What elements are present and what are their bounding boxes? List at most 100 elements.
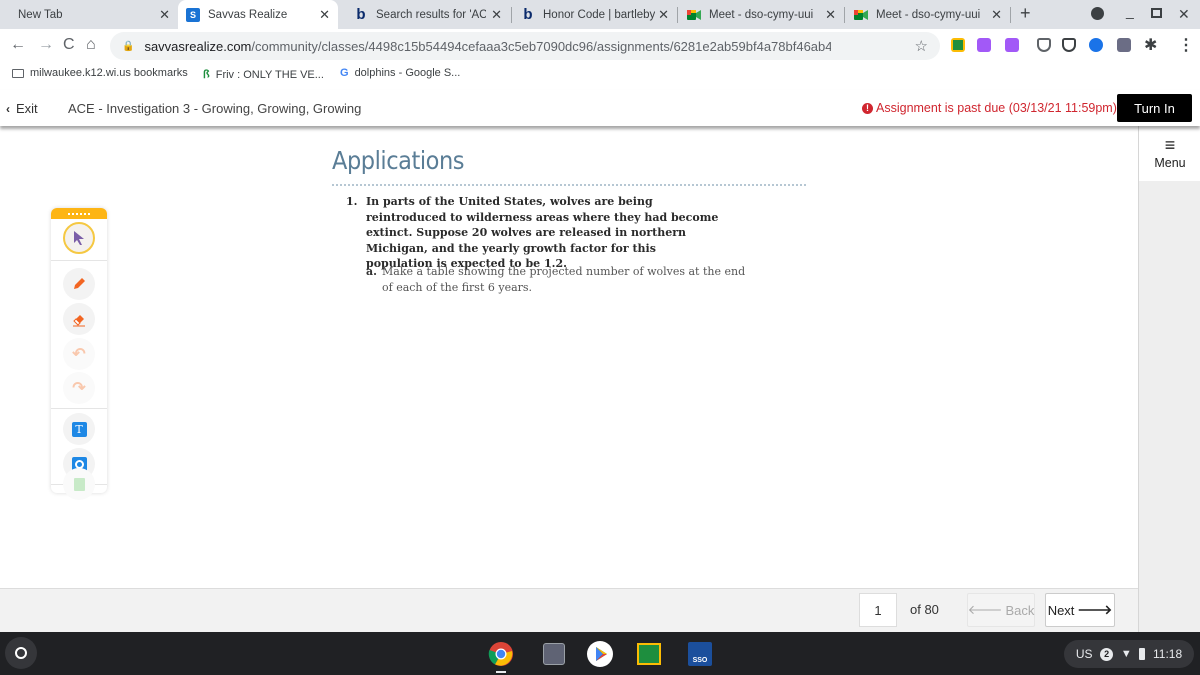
tab-google-meet-2[interactable]: Meet - dso-cymy-uui ✕ [846, 0, 1010, 29]
status-tray[interactable]: US 2 ▼ 11:18 [1064, 640, 1194, 668]
launcher-button[interactable] [5, 637, 37, 669]
close-tab-icon[interactable]: ✕ [825, 7, 836, 23]
address-bar[interactable]: 🔒 savvasrealize.com/community/classes/44… [110, 32, 940, 60]
new-tab-button[interactable]: + [1020, 3, 1031, 24]
exit-button[interactable]: ‹ Exit [6, 101, 38, 116]
bartleby-icon: b [356, 6, 366, 23]
active-app-indicator [496, 671, 506, 673]
tab-separator [511, 7, 512, 23]
trash-icon [73, 477, 85, 491]
minimize-icon[interactable]: _ [1126, 3, 1134, 19]
play-store-icon[interactable] [587, 641, 613, 667]
past-due-text: Assignment is past due (03/13/21 11:59pm… [876, 101, 1117, 115]
add-text-button[interactable]: T [63, 413, 95, 445]
extensions-puzzle-icon[interactable]: ✱ [1144, 35, 1157, 55]
locale-indicator: US [1075, 647, 1093, 661]
redo-button[interactable]: ↷ [63, 372, 95, 404]
chevron-left-icon: ‹ [6, 101, 10, 116]
menu-button[interactable]: ≡ Menu [1139, 126, 1200, 181]
exit-label: Exit [16, 101, 38, 116]
part-text: Make a table showing the projected numbe… [382, 265, 746, 294]
browser-tab-strip: New Tab ✕ S Savvas Realize ✕ b Search re… [0, 0, 1200, 29]
lock-icon: 🔒 [122, 40, 135, 52]
next-label: Next [1047, 602, 1075, 618]
tab-title: Search results for 'ACE- [376, 8, 486, 21]
pdf-extension-icon[interactable] [1117, 38, 1131, 52]
google-meet-icon [854, 8, 868, 22]
tab-honor-code[interactable]: b Honor Code | bartleby ✕ [513, 0, 677, 29]
clock: 11:18 [1153, 647, 1183, 661]
google-classroom-app-icon[interactable] [636, 641, 662, 667]
url-host: savvasrealize.com [144, 38, 252, 54]
tab-separator [1010, 7, 1011, 23]
bookmark-star-icon[interactable]: ☆ [915, 37, 928, 55]
puzzle-extension-icon[interactable] [1005, 38, 1019, 52]
pen-tool-button[interactable] [63, 268, 95, 300]
tab-title: Honor Code | bartleby [543, 8, 656, 21]
tab-new-tab[interactable]: New Tab ✕ [0, 0, 178, 29]
profile-menu-icon[interactable] [1091, 7, 1104, 20]
close-tab-icon[interactable]: ✕ [491, 7, 502, 23]
google-classroom-extension-icon[interactable] [951, 38, 965, 52]
eraser-icon [73, 315, 85, 327]
eraser-tool-button[interactable] [63, 303, 95, 335]
past-due-notice: ! Assignment is past due (03/13/21 11:59… [862, 101, 1117, 115]
bookmark-label: milwaukee.k12.wi.us bookmarks [30, 67, 188, 79]
battery-icon [1139, 648, 1146, 660]
page-number-input[interactable]: 1 [859, 593, 897, 627]
back-button[interactable]: 🡐 Back [967, 593, 1035, 627]
tab-search-results[interactable]: b Search results for 'ACE- ✕ [346, 0, 510, 29]
sso-label: SSO [688, 642, 712, 666]
next-button[interactable]: Next 🡒 [1045, 593, 1115, 627]
close-tab-icon[interactable]: ✕ [991, 7, 1002, 23]
google-icon: G [340, 67, 349, 79]
question-1: 1. In parts of the United States, wolves… [346, 194, 726, 272]
page-navigation: 1 of 80 🡐 Back Next 🡒 [0, 588, 1138, 632]
reload-icon[interactable]: C [63, 36, 75, 54]
close-window-icon[interactable]: ✕ [1178, 6, 1190, 23]
tab-google-meet-1[interactable]: Meet - dso-cymy-uui ✕ [679, 0, 844, 29]
back-label: Back [1005, 602, 1035, 618]
shield-extension-icon[interactable] [1037, 38, 1051, 52]
arrow-right-icon: 🡒 [1077, 602, 1113, 617]
bookmark-folder[interactable]: milwaukee.k12.wi.us bookmarks [12, 67, 188, 79]
mps-sso-app-icon[interactable]: SSO [687, 641, 713, 667]
google-meet-icon [687, 8, 701, 22]
shield-extension-icon-2[interactable] [1062, 38, 1076, 52]
files-app-icon[interactable] [541, 641, 567, 667]
select-tool-button[interactable] [63, 222, 95, 254]
chrome-app-icon[interactable] [488, 641, 514, 667]
back-arrow-icon[interactable]: ← [10, 36, 26, 54]
bookmark-label: Friv : ONLY THE VE... [215, 68, 324, 81]
redo-icon: ↷ [72, 380, 86, 397]
palette-divider [51, 408, 107, 409]
hamburger-icon: ≡ [1164, 135, 1176, 155]
close-tab-icon[interactable]: ✕ [319, 7, 330, 23]
forward-arrow-icon[interactable]: → [38, 36, 54, 54]
part-label: a. [366, 265, 377, 278]
page-count: of 80 [910, 602, 939, 617]
assignment-title: ACE - Investigation 3 - Growing, Growing… [68, 101, 362, 116]
annotation-tools-palette: ↶ ↷ T [51, 208, 107, 493]
bookmark-friv[interactable]: ꟗ Friv : ONLY THE VE... [203, 67, 324, 82]
assignment-header: ‹ Exit ACE - Investigation 3 - Growing, … [0, 90, 1200, 126]
tab-separator [677, 7, 678, 23]
question-1a: a. Make a table showing the projected nu… [366, 264, 746, 295]
alert-icon: ! [862, 102, 873, 114]
close-tab-icon[interactable]: ✕ [159, 7, 170, 23]
turn-in-button[interactable]: Turn In [1117, 94, 1192, 122]
browser-toolbar: ← → C ⌂ 🔒 savvasrealize.com/community/cl… [0, 29, 1200, 62]
restore-icon[interactable] [1151, 8, 1162, 18]
section-heading: Applications [332, 146, 465, 175]
undo-button[interactable]: ↶ [63, 338, 95, 370]
close-tab-icon[interactable]: ✕ [658, 7, 669, 23]
more-options-icon[interactable]: ⋮ [1178, 35, 1194, 55]
delete-button[interactable] [63, 468, 95, 500]
right-sidebar: ≡ Menu [1138, 126, 1200, 632]
palette-drag-handle[interactable] [51, 208, 107, 219]
tab-savvas-realize[interactable]: S Savvas Realize ✕ [178, 0, 338, 29]
home-icon[interactable]: ⌂ [86, 36, 96, 54]
purple-extension-icon[interactable] [977, 38, 991, 52]
bookmark-google-search[interactable]: G dolphins - Google S... [340, 67, 460, 79]
security-extension-icon[interactable] [1089, 38, 1103, 52]
